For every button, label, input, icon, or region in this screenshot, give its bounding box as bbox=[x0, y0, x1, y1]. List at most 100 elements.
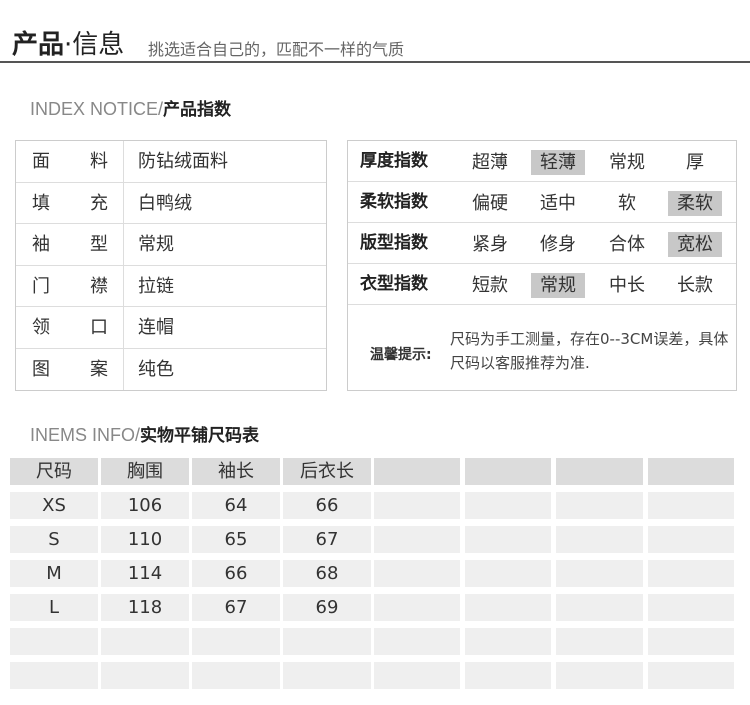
size-table-cell bbox=[556, 560, 643, 587]
size-table-cell bbox=[465, 662, 551, 689]
page-subtitle: 挑选适合自己的，匹配不一样的气质 bbox=[148, 40, 405, 59]
size-table-cell bbox=[374, 492, 460, 519]
page-title: 产品·信息 bbox=[12, 24, 124, 61]
size-table-cell: 66 bbox=[192, 560, 280, 587]
index-row: 衣型指数 短款 常规 中长 长款 bbox=[348, 264, 736, 305]
size-title-cn: 实物平铺尺码表 bbox=[140, 426, 260, 446]
product-row: 填充 白鸭绒 bbox=[16, 183, 326, 224]
size-table-cell: M bbox=[10, 560, 98, 587]
size-table-cell bbox=[648, 492, 734, 519]
size-table-header-cell: 尺码 bbox=[10, 458, 98, 485]
tip-label: 温馨提示: bbox=[370, 347, 432, 363]
size-table-cell bbox=[465, 628, 551, 655]
product-row-label: 领口 bbox=[32, 317, 108, 339]
size-table-cell: 114 bbox=[101, 560, 189, 587]
tip-text: 尺码为手工测量，存在0--3CM误差，具体尺码以客服推荐为准. bbox=[450, 330, 729, 372]
size-table-cell bbox=[648, 628, 734, 655]
index-option: 中长 bbox=[609, 275, 645, 296]
size-table-cell: 68 bbox=[283, 560, 371, 587]
product-row-value: 常规 bbox=[138, 234, 174, 256]
size-table-cell: 67 bbox=[192, 594, 280, 621]
index-option-selected: 轻薄 bbox=[531, 150, 585, 175]
product-row: 面料 防钻绒面料 bbox=[16, 141, 326, 182]
size-table-cell: 65 bbox=[192, 526, 280, 553]
size-section-title: INEMS INFO/实物平铺尺码表 bbox=[30, 421, 259, 446]
product-row-value: 防钻绒面料 bbox=[138, 151, 228, 172]
size-table-cell: 106 bbox=[101, 492, 189, 519]
index-option-selected: 宽松 bbox=[668, 232, 722, 257]
size-table-cell bbox=[101, 662, 189, 689]
size-table-cell bbox=[192, 662, 280, 689]
product-row: 领口 连帽 bbox=[16, 307, 326, 348]
size-title-en: INEMS INFO/ bbox=[30, 425, 141, 445]
size-table-cell: 66 bbox=[283, 492, 371, 519]
size-table-cell bbox=[648, 560, 734, 587]
product-row-label: 袖型 bbox=[32, 234, 108, 256]
product-row-label: 图案 bbox=[32, 359, 108, 380]
index-row: 版型指数 紧身 修身 合体 宽松 bbox=[348, 223, 736, 264]
size-table-cell bbox=[648, 662, 734, 689]
size-table-cell bbox=[465, 560, 551, 587]
size-table-cell: S bbox=[10, 526, 98, 553]
size-table-cell bbox=[192, 628, 280, 655]
size-table-cell bbox=[374, 662, 460, 689]
size-table-cell bbox=[556, 662, 643, 689]
size-table-cell bbox=[556, 594, 643, 621]
size-table-cell bbox=[374, 526, 460, 553]
size-table-cell bbox=[556, 526, 643, 553]
index-row-label: 柔软指数 bbox=[360, 192, 428, 212]
size-table-cell bbox=[465, 526, 551, 553]
size-table-header-cell: 胸围 bbox=[101, 458, 189, 485]
index-title-en: INDEX NOTICE/ bbox=[30, 99, 164, 119]
page-header: 产品·信息 挑选适合自己的，匹配不一样的气质 bbox=[0, 0, 750, 64]
index-option: 厚 bbox=[686, 152, 704, 173]
product-row-label: 门襟 bbox=[32, 275, 108, 297]
size-table-cell bbox=[374, 628, 460, 655]
size-table-cell: 67 bbox=[283, 526, 371, 553]
index-option: 修身 bbox=[540, 234, 576, 255]
title-bold: 产品 bbox=[12, 30, 65, 60]
index-option: 短款 bbox=[472, 275, 508, 296]
size-table-cell bbox=[556, 628, 643, 655]
index-option: 合体 bbox=[609, 234, 645, 255]
product-row-value: 连帽 bbox=[138, 317, 174, 339]
index-title-cn: 产品指数 bbox=[163, 100, 232, 120]
size-table-cell: 118 bbox=[101, 594, 189, 621]
size-table-header-cell bbox=[465, 458, 551, 485]
index-row: 厚度指数 超薄 轻薄 常规 厚 bbox=[348, 141, 736, 182]
index-row-label: 厚度指数 bbox=[360, 151, 428, 171]
index-option: 超薄 bbox=[472, 152, 508, 173]
product-row-label: 填充 bbox=[32, 192, 108, 214]
product-info-table: 面料 防钻绒面料填充 白鸭绒袖型 常规门襟 拉链领口 连帽图案 纯色 bbox=[15, 140, 327, 391]
product-row: 袖型 常规 bbox=[16, 224, 326, 265]
product-row-value: 白鸭绒 bbox=[138, 192, 192, 214]
size-table-cell: 110 bbox=[101, 526, 189, 553]
product-row-label: 面料 bbox=[32, 151, 108, 172]
index-row: 柔软指数 偏硬 适中 软 柔软 bbox=[348, 182, 736, 223]
index-option-selected: 常规 bbox=[531, 273, 585, 298]
product-row: 图案 纯色 bbox=[16, 349, 326, 390]
size-table-cell bbox=[556, 492, 643, 519]
product-row: 门襟 拉链 bbox=[16, 266, 326, 307]
header-divider bbox=[0, 61, 750, 63]
index-option: 偏硬 bbox=[472, 193, 508, 214]
size-table-cell bbox=[10, 628, 98, 655]
size-table-header-cell bbox=[374, 458, 460, 485]
size-table-cell: XS bbox=[10, 492, 98, 519]
index-option: 软 bbox=[618, 193, 636, 214]
product-index-table: 温馨提示: 尺码为手工测量，存在0--3CM误差，具体尺码以客服推荐为准. 厚度… bbox=[347, 140, 737, 391]
index-row-label: 版型指数 bbox=[360, 233, 428, 253]
size-table-cell bbox=[101, 628, 189, 655]
product-row-value: 纯色 bbox=[138, 359, 174, 380]
size-table-header-cell bbox=[556, 458, 643, 485]
size-table-header-cell bbox=[648, 458, 734, 485]
size-table-cell bbox=[374, 560, 460, 587]
size-table-header-cell: 后衣长 bbox=[283, 458, 371, 485]
index-option: 适中 bbox=[540, 193, 576, 214]
size-table-cell: 64 bbox=[192, 492, 280, 519]
index-option: 长款 bbox=[677, 275, 713, 296]
size-table-cell: 69 bbox=[283, 594, 371, 621]
title-light: 信息 bbox=[72, 30, 125, 60]
index-section-title: INDEX NOTICE/产品指数 bbox=[30, 95, 231, 120]
index-option-selected: 柔软 bbox=[668, 191, 722, 216]
